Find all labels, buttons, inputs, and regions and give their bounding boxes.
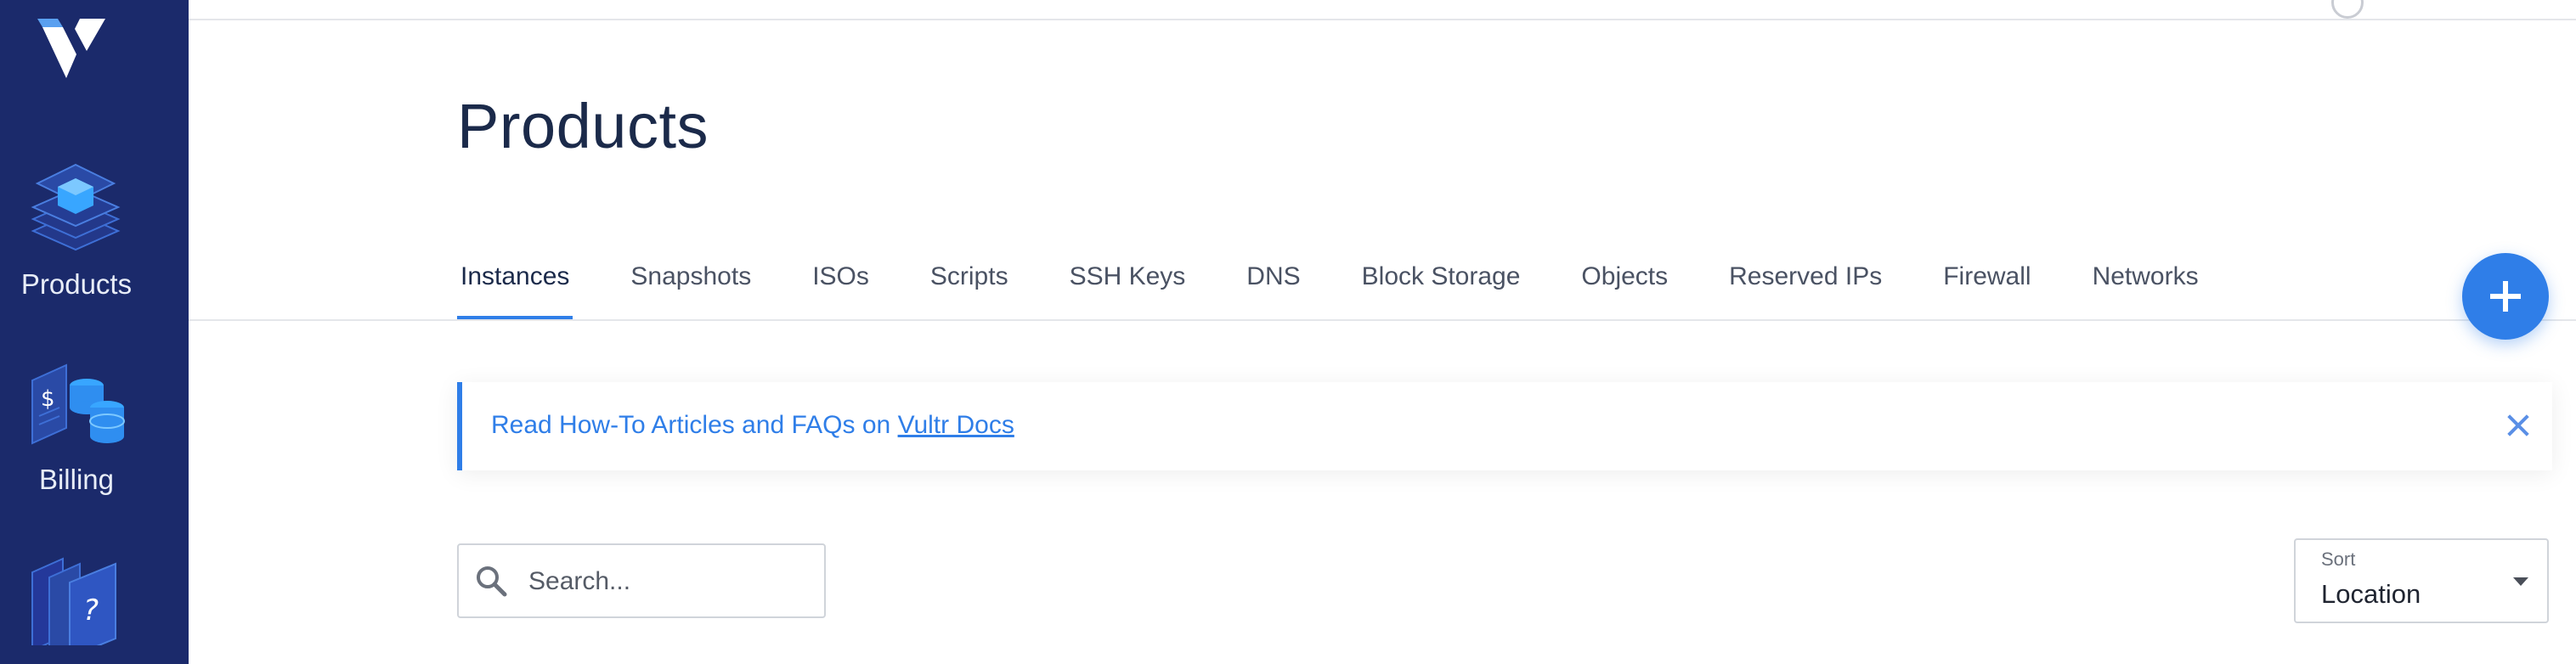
search-input[interactable]	[527, 559, 811, 605]
chevron-down-icon	[2513, 577, 2528, 586]
sort-label: Sort	[2321, 549, 2356, 570]
search-box	[457, 543, 826, 618]
close-icon[interactable]	[2493, 401, 2542, 450]
help-docs-icon: ?	[29, 552, 122, 659]
products-layers-icon	[29, 161, 122, 260]
banner-message: Read How-To Articles and FAQs on	[491, 411, 898, 439]
sort-select[interactable]: Sort Location	[2294, 538, 2549, 623]
tab-instances[interactable]: Instances	[457, 241, 573, 320]
svg-text:?: ?	[83, 594, 99, 627]
tab-networks[interactable]: Networks	[2089, 241, 2202, 318]
user-avatar-icon[interactable]	[2331, 0, 2364, 19]
product-tabs: Instances Snapshots ISOs Scripts SSH Key…	[457, 241, 2257, 320]
top-bar	[189, 0, 2576, 20]
tab-objects[interactable]: Objects	[1578, 241, 1671, 318]
sort-value: Location	[2321, 579, 2421, 609]
sidebar-item-label: Billing	[38, 464, 115, 495]
vultr-docs-link[interactable]: Vultr Docs	[898, 411, 1014, 439]
tab-ssh-keys[interactable]: SSH Keys	[1066, 241, 1189, 318]
banner-text: Read How-To Articles and FAQs on Vultr D…	[491, 411, 1014, 440]
add-product-button[interactable]	[2462, 253, 2549, 340]
sidebar: Products $ Billing ?	[0, 0, 189, 664]
tab-reserved-ips[interactable]: Reserved IPs	[1726, 241, 1885, 318]
svg-text:$: $	[41, 386, 55, 412]
tab-snapshots[interactable]: Snapshots	[627, 241, 754, 318]
tab-isos[interactable]: ISOs	[809, 241, 873, 318]
tabs-divider	[189, 319, 2576, 321]
page-title: Products	[457, 91, 709, 161]
billing-coins-icon: $	[29, 357, 127, 459]
tab-firewall[interactable]: Firewall	[1940, 241, 2034, 318]
docs-banner: Read How-To Articles and FAQs on Vultr D…	[457, 382, 2552, 470]
tab-scripts[interactable]: Scripts	[927, 241, 1012, 318]
sidebar-item-label: Products	[20, 268, 133, 300]
search-icon	[477, 566, 507, 597]
tab-dns[interactable]: DNS	[1243, 241, 1303, 318]
vultr-logo-icon[interactable]	[34, 14, 110, 82]
tab-block-storage[interactable]: Block Storage	[1359, 241, 1524, 318]
